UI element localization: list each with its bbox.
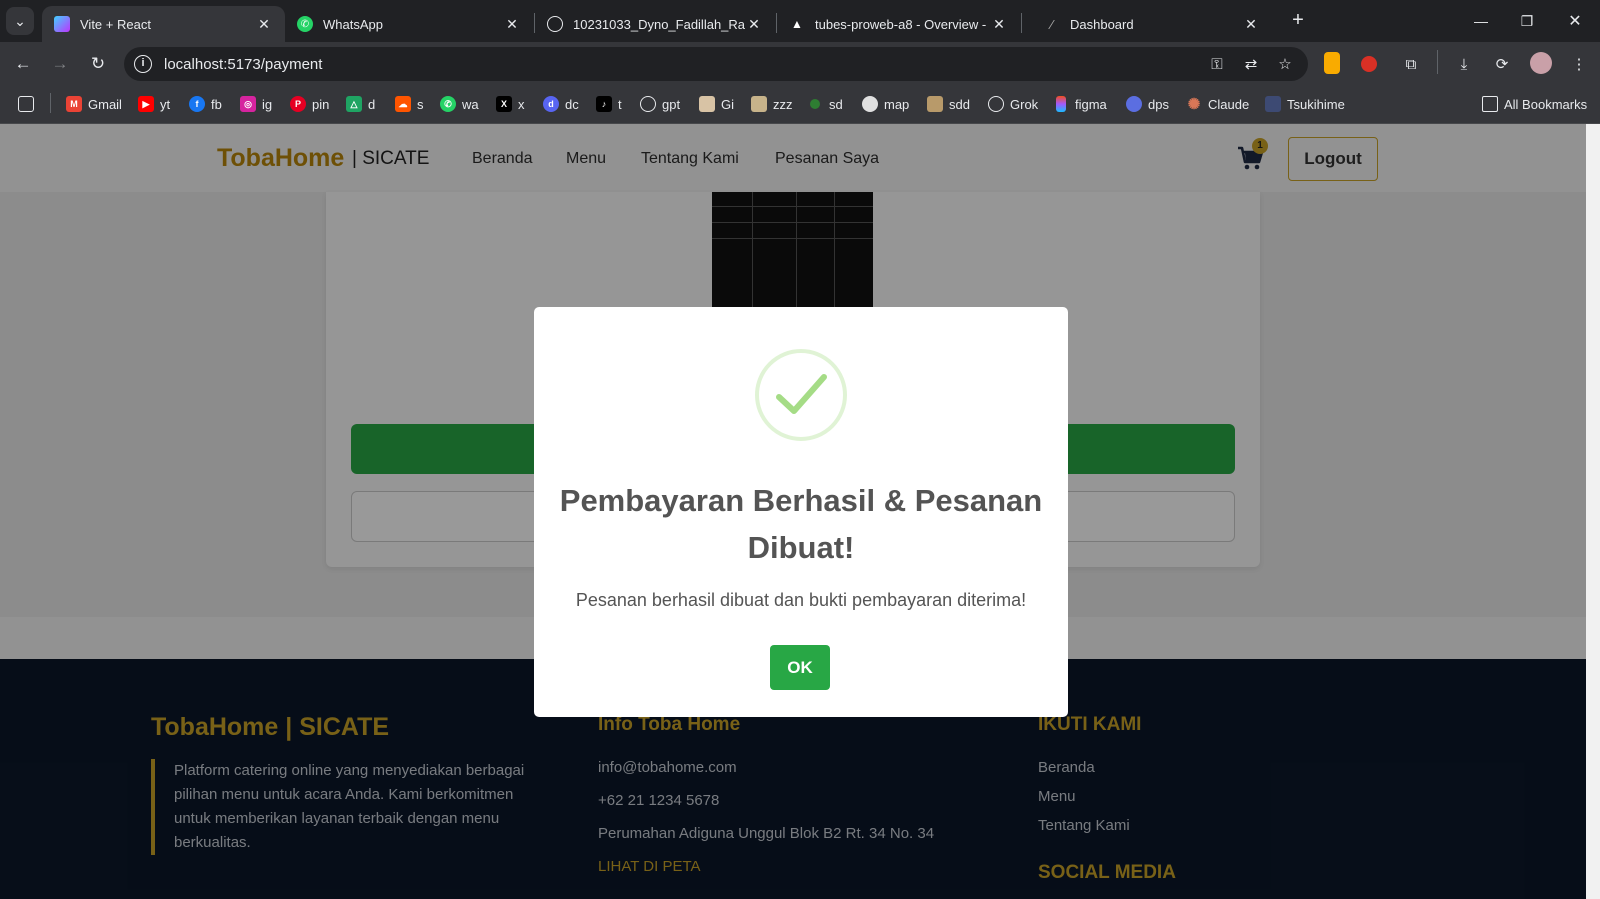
whatsapp-icon: ✆	[297, 16, 313, 32]
chatgpt-icon	[640, 96, 656, 112]
folder-icon	[1482, 96, 1498, 112]
tsukihime-icon	[1265, 96, 1281, 112]
forward-button[interactable]: →	[46, 50, 74, 78]
tab-search-button[interactable]: ⌄	[6, 7, 34, 35]
translate-icon[interactable]: ⇄	[1240, 54, 1262, 76]
bookmarks-bar: M Gmail ▶ yt f fb ◎ ig Ppin △ d ☁ s ✆ wa Xx d dc…	[0, 84, 1600, 124]
map-icon	[862, 96, 878, 112]
facebook-icon: f	[189, 96, 205, 112]
vercel-icon: ▲	[791, 17, 803, 31]
address-bar[interactable]: i localhost:5173/payment ⚿ ⇄ ☆	[124, 47, 1308, 81]
bookmark-s[interactable]: ☁ s	[395, 95, 424, 113]
new-tab-button[interactable]: +	[1286, 9, 1310, 33]
bookmark-fb[interactable]: f fb	[189, 95, 222, 113]
figma-icon	[1056, 96, 1066, 112]
bookmark-sd[interactable]: sd	[810, 95, 843, 113]
chevron-down-icon: ⌄	[14, 12, 26, 29]
bookmark-gmail[interactable]: M Gmail	[66, 95, 122, 113]
bookmark-claude[interactable]: ✺ Claude	[1186, 95, 1250, 113]
zzz-icon	[751, 96, 767, 112]
bookmark-gi[interactable]: Gi	[699, 95, 734, 113]
success-check-icon	[755, 349, 847, 441]
puzzle-icon[interactable]: ⧉	[1400, 54, 1422, 76]
modal-message: Pesanan berhasil dibuat dan bukti pembay…	[575, 590, 1027, 610]
success-modal: Pembayaran Berhasil & Pesanan Dibuat! Pe…	[534, 307, 1068, 717]
x-icon: X	[496, 96, 512, 112]
site-info-icon[interactable]: i	[134, 55, 152, 73]
profile-avatar[interactable]	[1530, 52, 1552, 74]
bookmark-t[interactable]: ♪ t	[596, 95, 622, 113]
tab-vercel-overview[interactable]: ▲ tubes-proweb-a8 - Overview - V ✕	[777, 6, 1020, 42]
bookmark-grok[interactable]: Grok	[988, 95, 1038, 113]
bookmark-ig[interactable]: ◎ ig	[240, 95, 272, 113]
gi-icon	[699, 96, 715, 112]
star-icon[interactable]: ☆	[1274, 54, 1296, 76]
tab-document[interactable]: 10231033_Dyno_Fadillah_Rama ✕	[535, 6, 775, 42]
url-text[interactable]: localhost:5173/payment	[164, 56, 322, 73]
bookmark-map[interactable]: map	[862, 95, 909, 113]
back-button[interactable]: ←	[9, 50, 37, 78]
browser-toolbar: ← → ↻ i localhost:5173/payment ⚿ ⇄ ☆ ⧉ ⤓…	[0, 42, 1600, 84]
block-extension-icon[interactable]	[1361, 56, 1377, 72]
browser-tab-bar: ⌄ Vite + React ✕ ✆ WhatsApp ✕ 10231033_D…	[0, 0, 1600, 42]
bookmark-dps[interactable]: dps	[1126, 95, 1169, 113]
bookmark-yt[interactable]: ▶ yt	[138, 95, 170, 113]
drive-icon: △	[346, 96, 362, 112]
minimize-button[interactable]: —	[1458, 0, 1504, 42]
bookmark-x[interactable]: Xx	[496, 95, 525, 113]
sd-icon	[810, 99, 820, 109]
ok-button[interactable]: OK	[770, 645, 830, 690]
window-close-button[interactable]: ✕	[1552, 0, 1598, 42]
discord-icon: d	[543, 96, 559, 112]
close-icon[interactable]: ✕	[990, 16, 1008, 33]
bookmark-tsukihime[interactable]: Tsukihime	[1265, 95, 1345, 113]
bookmark-zzz[interactable]: zzz	[751, 95, 793, 113]
tab-separator	[1021, 13, 1022, 33]
bookmark-dc[interactable]: d dc	[543, 95, 579, 113]
pinterest-icon: P	[290, 96, 306, 112]
gmail-icon: M	[66, 96, 82, 112]
bookmark-figma[interactable]: figma	[1056, 95, 1107, 113]
bookmark-pin[interactable]: Ppin	[290, 95, 329, 113]
key-icon[interactable]: ⚿	[1206, 54, 1228, 76]
apps-icon[interactable]	[18, 95, 40, 113]
claude-icon: ✺	[1187, 96, 1201, 113]
globe-icon	[547, 16, 563, 32]
close-icon[interactable]: ✕	[1242, 16, 1260, 33]
vite-icon	[54, 16, 70, 32]
close-icon[interactable]: ✕	[255, 16, 273, 33]
tab-dashboard[interactable]: ∕ Dashboard ✕	[1032, 6, 1272, 42]
bookmark-d[interactable]: △ d	[346, 95, 375, 113]
page-scrollbar[interactable]	[1586, 124, 1600, 899]
tiktok-icon: ♪	[596, 96, 612, 112]
checkmark-icon	[776, 374, 827, 414]
bookmark-separator	[50, 93, 51, 113]
close-icon[interactable]: ✕	[503, 16, 521, 33]
modal-title: Pembayaran Berhasil & Pesanan Dibuat!	[559, 483, 1043, 565]
dps-icon	[1126, 96, 1142, 112]
reload-button[interactable]: ↻	[84, 50, 112, 78]
soundcloud-icon: ☁	[395, 96, 411, 112]
performance-icon[interactable]: ⟳	[1491, 54, 1513, 76]
tab-vite-react[interactable]: Vite + React ✕	[42, 6, 285, 42]
bookmark-sdd[interactable]: sdd	[927, 95, 970, 113]
all-bookmarks-button[interactable]: All Bookmarks	[1482, 95, 1587, 113]
instagram-icon: ◎	[240, 96, 256, 112]
bookmark-gpt[interactable]: gpt	[640, 95, 680, 113]
restore-button[interactable]: ❐	[1504, 0, 1550, 42]
toolbar-separator	[1437, 50, 1438, 74]
tab-whatsapp[interactable]: ✆ WhatsApp ✕	[285, 6, 533, 42]
dashboard-icon: ∕	[1050, 16, 1054, 32]
more-menu-icon[interactable]: ⋮	[1568, 54, 1590, 76]
close-icon[interactable]: ✕	[745, 16, 763, 33]
download-icon[interactable]: ⤓	[1453, 54, 1475, 76]
sdd-icon	[927, 96, 943, 112]
extension-icon[interactable]	[1324, 52, 1340, 74]
bookmark-wa[interactable]: ✆ wa	[440, 95, 479, 113]
whatsapp-icon: ✆	[440, 96, 456, 112]
youtube-icon: ▶	[138, 96, 154, 112]
grok-icon	[988, 96, 1004, 112]
